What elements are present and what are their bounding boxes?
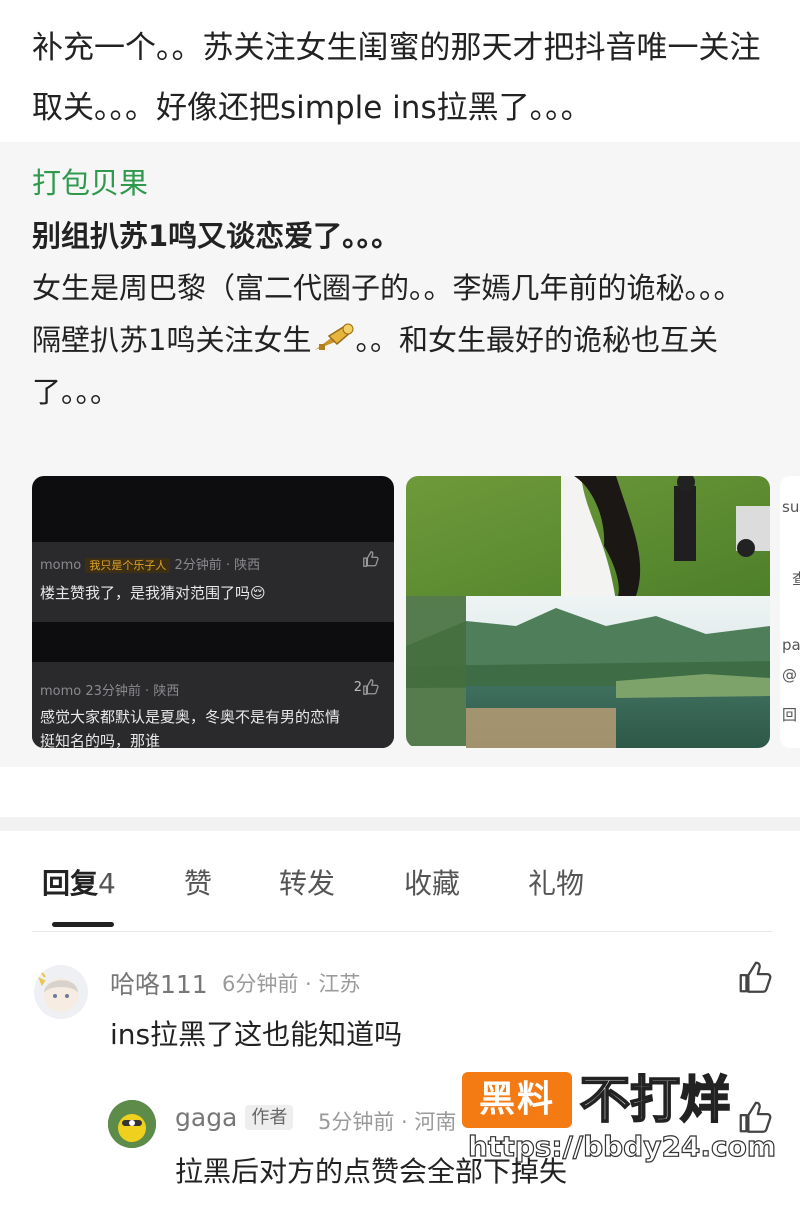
- thumbs-up-icon: [363, 679, 379, 695]
- tab-gifts[interactable]: 礼物: [528, 862, 584, 902]
- screenshot-text-1: 感觉大家都默认是夏奥，冬奥不是有男的恋情: [40, 708, 341, 726]
- peek-text-2: 查: [792, 570, 800, 588]
- tab-replies[interactable]: 回复4: [42, 862, 116, 902]
- peek-text-1: su: [782, 498, 800, 516]
- watermark: 黑料 不打烊 https://bbdy24.com: [462, 1070, 777, 1172]
- screenshot-user: momo: [40, 558, 82, 573]
- active-tab-indicator: [52, 922, 114, 927]
- photo-collage-image[interactable]: [406, 476, 770, 748]
- author-badge: 作者: [245, 1105, 294, 1130]
- reply-meta: 6分钟前 · 江苏: [222, 972, 361, 996]
- watermark-logo-box: 黑料: [462, 1072, 572, 1128]
- avatar[interactable]: [34, 965, 88, 1019]
- avatar[interactable]: [108, 1100, 156, 1148]
- quoted-line-3a: 隔壁扒苏1鸣关注女生: [32, 323, 312, 357]
- tab-likes[interactable]: 赞: [184, 862, 212, 902]
- user-tag: 我只是个乐子人: [85, 558, 171, 573]
- screenshot-meta: 23分钟前 · 陕西: [85, 684, 180, 699]
- tab-favorites[interactable]: 收藏: [404, 862, 460, 902]
- watermark-slogan: 不打烊: [579, 1070, 731, 1130]
- quoted-author[interactable]: 打包贝果: [32, 160, 148, 202]
- screenshot-text-2: 挺知名的吗，那谁: [40, 732, 161, 748]
- quoted-text: 别组扒苏1鸣又谈恋爱了。。。 女生是周巴黎（富二代圈子的。。李嫣几年前的诡秘。。…: [32, 210, 772, 418]
- screenshot-user: momo: [40, 684, 82, 699]
- screenshot-comment-1: momo 我只是个乐子人 2分钟前 · 陕西 楼主赞我了，是我猜对范围了吗😌: [32, 542, 394, 622]
- interaction-tabs: 回复4 赞 转发 收藏 礼物: [0, 862, 800, 912]
- thumbs-up-icon: [363, 551, 379, 567]
- screenshot-comment-2: momo 23分钟前 · 陕西 2 感觉大家都默认是夏奥，冬奥不是有男的恋情 挺…: [32, 662, 394, 748]
- trumpet-emoji-icon: [315, 323, 354, 350]
- reply-text: ins拉黑了这也能知道吗: [110, 1018, 403, 1051]
- quoted-line-3: 隔壁扒苏1鸣关注女生 。。和女生最好的诡秘也互关了。。。: [32, 314, 772, 418]
- anime-avatar-icon: [38, 972, 78, 1012]
- reply-username[interactable]: gaga: [175, 1103, 237, 1132]
- watermark-url: https://bbdy24.com: [467, 1129, 777, 1163]
- section-divider: [0, 817, 800, 831]
- reply-meta: 5分钟前 · 河南: [318, 1110, 457, 1134]
- landscape-photo: [406, 476, 770, 748]
- reply-count: 4: [98, 867, 116, 900]
- yellow-character-avatar-icon: [108, 1100, 156, 1148]
- peek-text-5: 回: [782, 706, 798, 724]
- post-text: 补充一个。。苏关注女生闺蜜的那天才把抖音唯一关注取关。。。好像还把simple …: [32, 30, 761, 126]
- peek-text-3: pa: [782, 636, 800, 654]
- next-image-peek[interactable]: su 查 pa @ 回: [780, 476, 800, 748]
- screenshot-text: 楼主赞我了，是我猜对范围了吗😌: [40, 584, 266, 602]
- quoted-line-1: 别组扒苏1鸣又谈恋爱了。。。: [32, 219, 401, 253]
- thumbs-up-icon[interactable]: [736, 958, 774, 996]
- peek-text-4: @: [782, 666, 797, 684]
- screenshot-meta: 2分钟前 · 陕西: [174, 558, 261, 573]
- comment-screenshot-image[interactable]: momo 我只是个乐子人 2分钟前 · 陕西 楼主赞我了，是我猜对范围了吗😌 m…: [32, 476, 394, 748]
- quoted-line-2: 女生是周巴黎（富二代圈子的。。李嫣几年前的诡秘。。。: [32, 271, 743, 305]
- tab-reposts[interactable]: 转发: [279, 862, 335, 902]
- like-count: 2: [353, 680, 362, 695]
- reply-username[interactable]: 哈咯111: [110, 965, 208, 1001]
